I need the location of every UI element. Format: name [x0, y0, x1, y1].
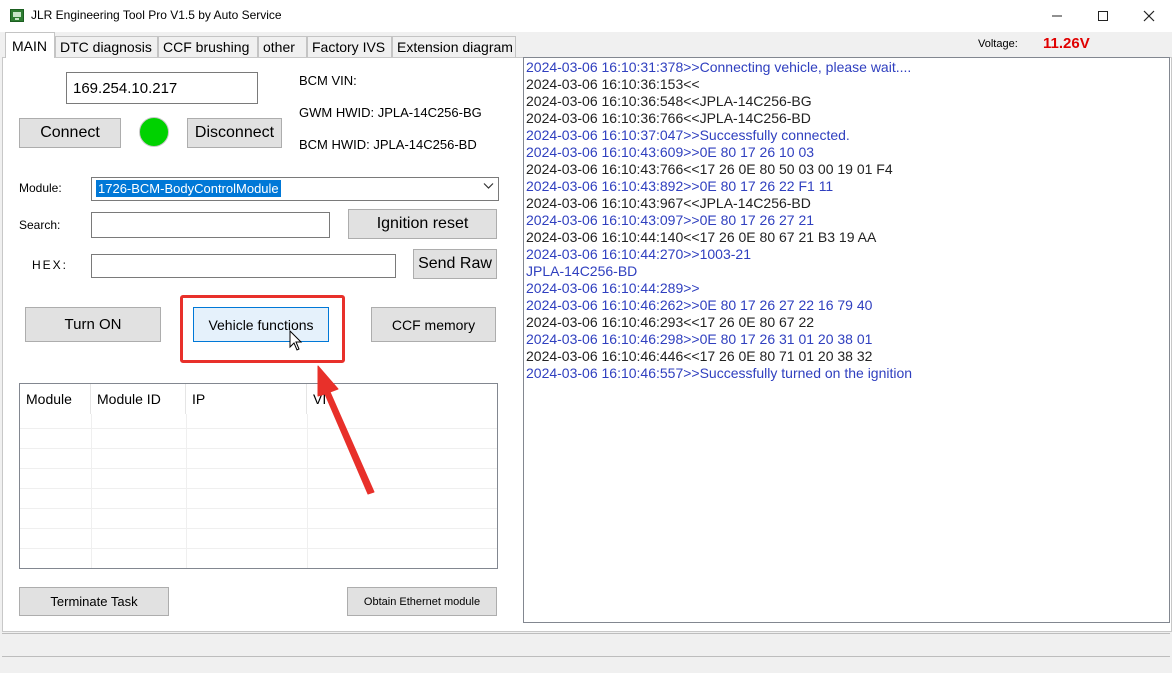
log-line: 2024-03-06 16:10:43:609>>0E 80 17 26 10 …	[526, 144, 815, 160]
terminate-task-button[interactable]: Terminate Task	[19, 587, 169, 616]
log-line: 2024-03-06 16:10:37:047>>Successfully co…	[526, 127, 850, 143]
connection-status-indicator	[139, 117, 169, 147]
hex-label: HEX:	[32, 258, 69, 272]
send-raw-button[interactable]: Send Raw	[413, 249, 497, 279]
log-line: 2024-03-06 16:10:31:378>>Connecting vehi…	[526, 59, 912, 75]
search-label: Search:	[19, 218, 61, 232]
log-line: 2024-03-06 16:10:36:548<<JPLA-14C256-BG	[526, 93, 812, 109]
maximize-button[interactable]	[1080, 0, 1126, 32]
table-row	[20, 468, 497, 488]
log-line: 2024-03-06 16:10:44:140<<17 26 0E 80 67 …	[526, 229, 877, 245]
table-row	[20, 548, 497, 568]
table-row	[20, 508, 497, 528]
module-label: Module:	[19, 181, 62, 195]
table-row	[20, 528, 497, 548]
tab-factory-ivs[interactable]: Factory IVS	[307, 36, 392, 57]
log-line: 2024-03-06 16:10:46:293<<17 26 0E 80 67 …	[526, 314, 815, 330]
module-table[interactable]: Module Module ID IP VI	[19, 383, 498, 569]
module-selected-value: 1726-BCM-BodyControlModule	[96, 180, 281, 197]
tab-main[interactable]: MAIN	[5, 32, 55, 58]
log-line: 2024-03-06 16:10:43:892>>0E 80 17 26 22 …	[526, 178, 834, 194]
hex-input[interactable]	[91, 254, 396, 278]
minimize-icon	[1052, 15, 1062, 17]
app-icon	[10, 9, 24, 22]
voltage-value: 11.26V	[1043, 35, 1090, 52]
log-line: 2024-03-06 16:10:36:766<<JPLA-14C256-BD	[526, 110, 811, 126]
close-button[interactable]	[1126, 0, 1172, 32]
column-header-module[interactable]: Module	[20, 384, 91, 414]
column-header-module-id[interactable]: Module ID	[91, 384, 186, 414]
search-input[interactable]	[91, 212, 330, 238]
status-bar	[2, 633, 1170, 657]
log-line: 2024-03-06 16:10:46:298>>0E 80 17 26 31 …	[526, 331, 873, 347]
log-line: 2024-03-06 16:10:43:766<<17 26 0E 80 50 …	[526, 161, 893, 177]
log-line: 2024-03-06 16:10:43:097>>0E 80 17 26 27 …	[526, 212, 815, 228]
minimize-button[interactable]	[1034, 0, 1080, 32]
log-line: 2024-03-06 16:10:46:446<<17 26 0E 80 71 …	[526, 348, 873, 364]
bcm-hwid-label: BCM HWID: JPLA-14C256-BD	[299, 137, 477, 152]
log-line: 2024-03-06 16:10:44:289>>	[526, 280, 700, 296]
column-header-ip[interactable]: IP	[186, 384, 307, 414]
log-line: 2024-03-06 16:10:44:270>>1003-21	[526, 246, 751, 262]
chevron-down-icon[interactable]	[483, 181, 494, 193]
connect-button[interactable]: Connect	[19, 118, 121, 148]
column-header-vin[interactable]: VI	[307, 384, 497, 414]
window-title: JLR Engineering Tool Pro V1.5 by Auto Se…	[31, 8, 282, 22]
table-row	[20, 428, 497, 448]
disconnect-button[interactable]: Disconnect	[187, 118, 282, 148]
table-row	[20, 448, 497, 468]
tab-other[interactable]: other	[258, 36, 307, 57]
mouse-cursor-icon	[289, 330, 303, 351]
log-output[interactable]: 2024-03-06 16:10:31:378>>Connecting vehi…	[523, 57, 1170, 623]
table-row	[20, 488, 497, 508]
tab-extension-diagram[interactable]: Extension diagram	[392, 36, 516, 57]
maximize-icon	[1098, 11, 1108, 21]
turn-on-button[interactable]: Turn ON	[25, 307, 161, 342]
close-icon	[1143, 10, 1155, 22]
voltage-label: Voltage:	[978, 38, 1018, 50]
bottom-strip	[0, 657, 1172, 673]
log-line: 2024-03-06 16:10:36:153<<	[526, 76, 700, 92]
bcm-vin-label: BCM VIN:	[299, 73, 357, 88]
tab-ccf-brushing[interactable]: CCF brushing	[158, 36, 258, 57]
log-line: 2024-03-06 16:10:46:262>>0E 80 17 26 27 …	[526, 297, 873, 313]
log-line: JPLA-14C256-BD	[526, 263, 638, 279]
obtain-ethernet-module-button[interactable]: Obtain Ethernet module	[347, 587, 497, 616]
ccf-memory-button[interactable]: CCF memory	[371, 307, 496, 342]
gwm-hwid-label: GWM HWID: JPLA-14C256-BG	[299, 105, 482, 120]
tab-dtc-diagnosis[interactable]: DTC diagnosis	[55, 36, 158, 57]
ip-address-field[interactable]: 169.254.10.217	[66, 72, 258, 104]
ignition-reset-button[interactable]: Ignition reset	[348, 209, 497, 239]
log-line: 2024-03-06 16:10:43:967<<JPLA-14C256-BD	[526, 195, 811, 211]
log-line: 2024-03-06 16:10:46:557>>Successfully tu…	[526, 365, 913, 381]
annotation-highlight-box	[180, 295, 345, 363]
